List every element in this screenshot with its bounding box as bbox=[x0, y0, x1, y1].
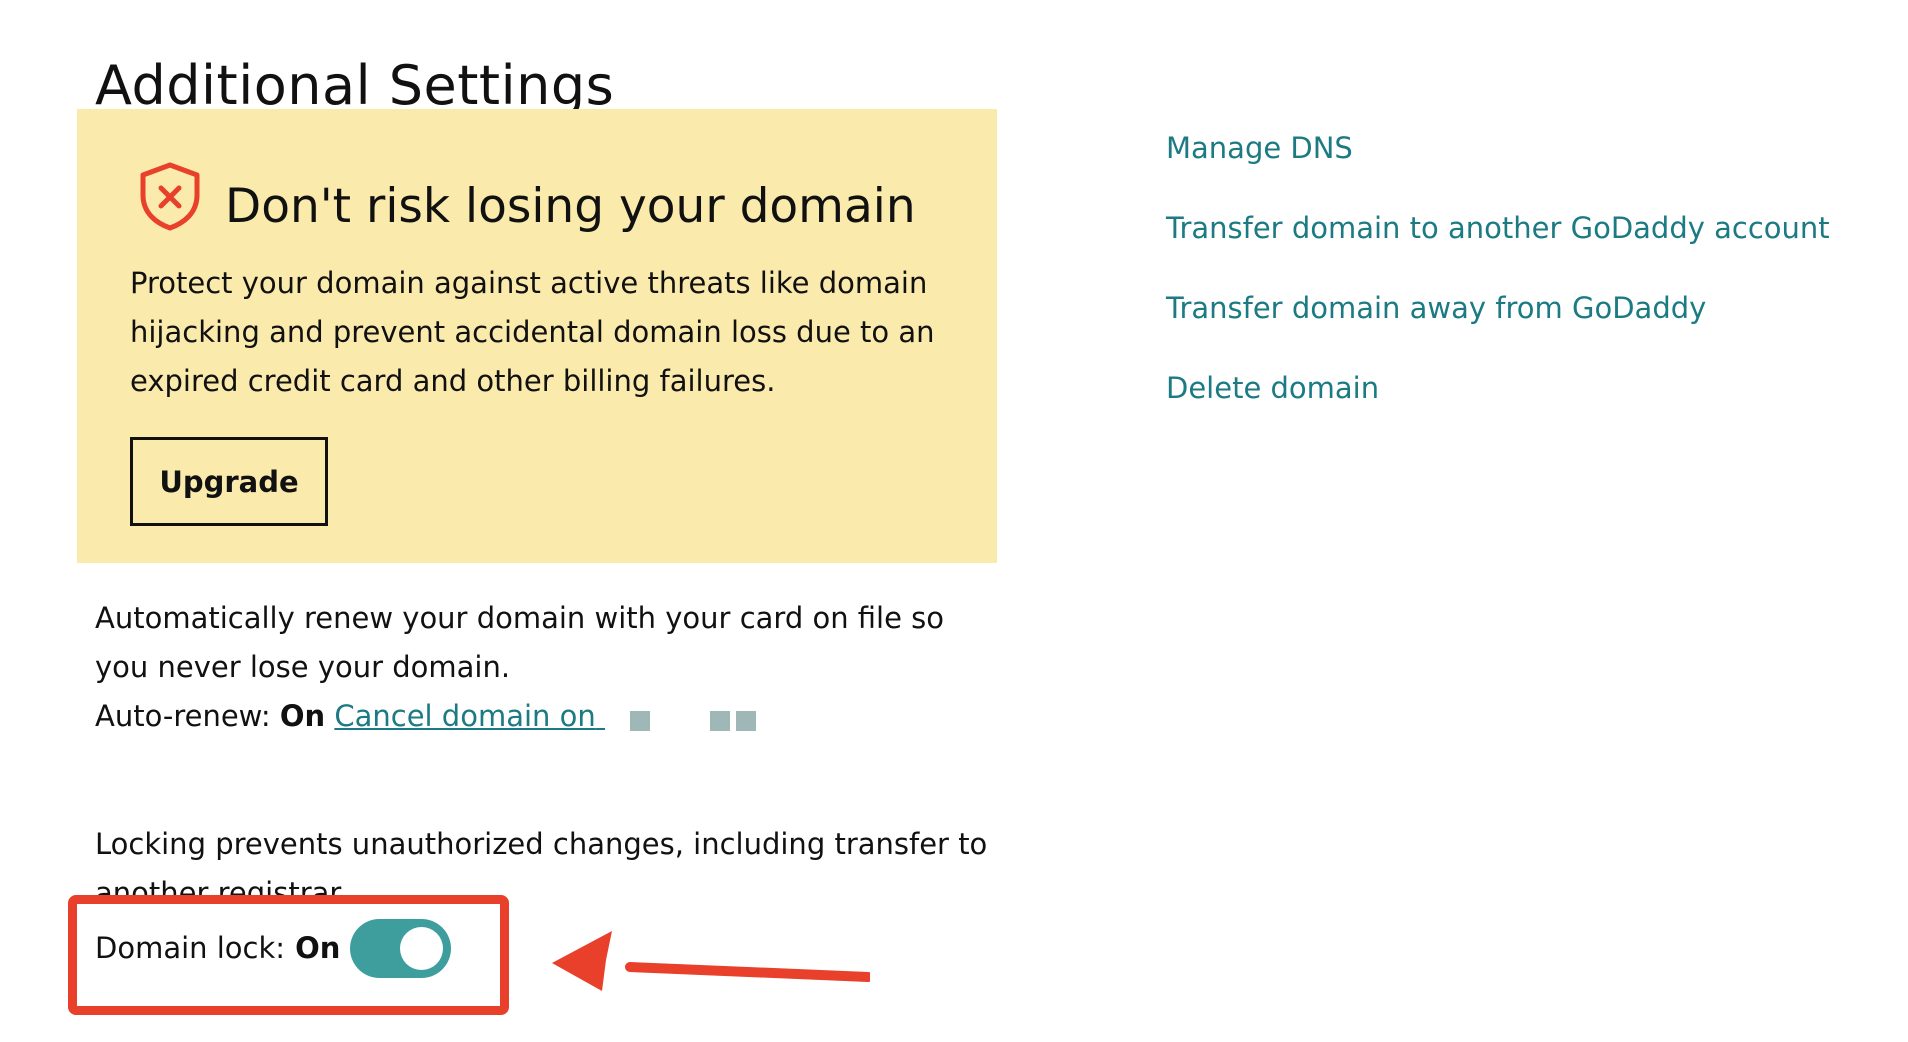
domain-lock-toggle[interactable] bbox=[350, 918, 452, 978]
cancel-domain-link[interactable]: Cancel domain on bbox=[334, 699, 605, 733]
delete-domain-link[interactable]: Delete domain bbox=[1166, 366, 1830, 410]
auto-renew-description: Automatically renew your domain with you… bbox=[95, 601, 945, 684]
domain-lock-label: Domain lock: bbox=[95, 931, 286, 965]
domain-lock-status: On bbox=[295, 931, 341, 965]
domain-lock-description: Locking prevents unauthorized changes, i… bbox=[95, 827, 988, 900]
domain-lock-row: Domain lock: On bbox=[95, 918, 458, 978]
transfer-to-account-link[interactable]: Transfer domain to another GoDaddy accou… bbox=[1166, 206, 1830, 250]
auto-renew-label: Auto-renew: bbox=[95, 699, 271, 733]
redacted-date bbox=[618, 703, 788, 733]
transfer-away-link[interactable]: Transfer domain away from GoDaddy bbox=[1166, 286, 1830, 330]
domain-actions-links: Manage DNS Transfer domain to another Go… bbox=[1166, 126, 1830, 446]
manage-dns-link[interactable]: Manage DNS bbox=[1166, 126, 1830, 170]
banner-description: Protect your domain against active threa… bbox=[130, 266, 935, 398]
auto-renew-status: On bbox=[279, 699, 326, 733]
annotation-arrow-icon bbox=[552, 931, 870, 991]
banner-heading: Don't risk losing your domain bbox=[225, 179, 916, 234]
page-title: Additional Settings bbox=[95, 54, 615, 118]
upgrade-button[interactable]: Upgrade bbox=[130, 437, 328, 526]
auto-renew-row: Auto-renew: On Cancel domain on bbox=[95, 692, 788, 741]
toggle-knob bbox=[400, 926, 444, 970]
domain-protection-banner: Don't risk losing your domain Protect yo… bbox=[77, 109, 997, 563]
shield-x-icon bbox=[140, 162, 200, 231]
